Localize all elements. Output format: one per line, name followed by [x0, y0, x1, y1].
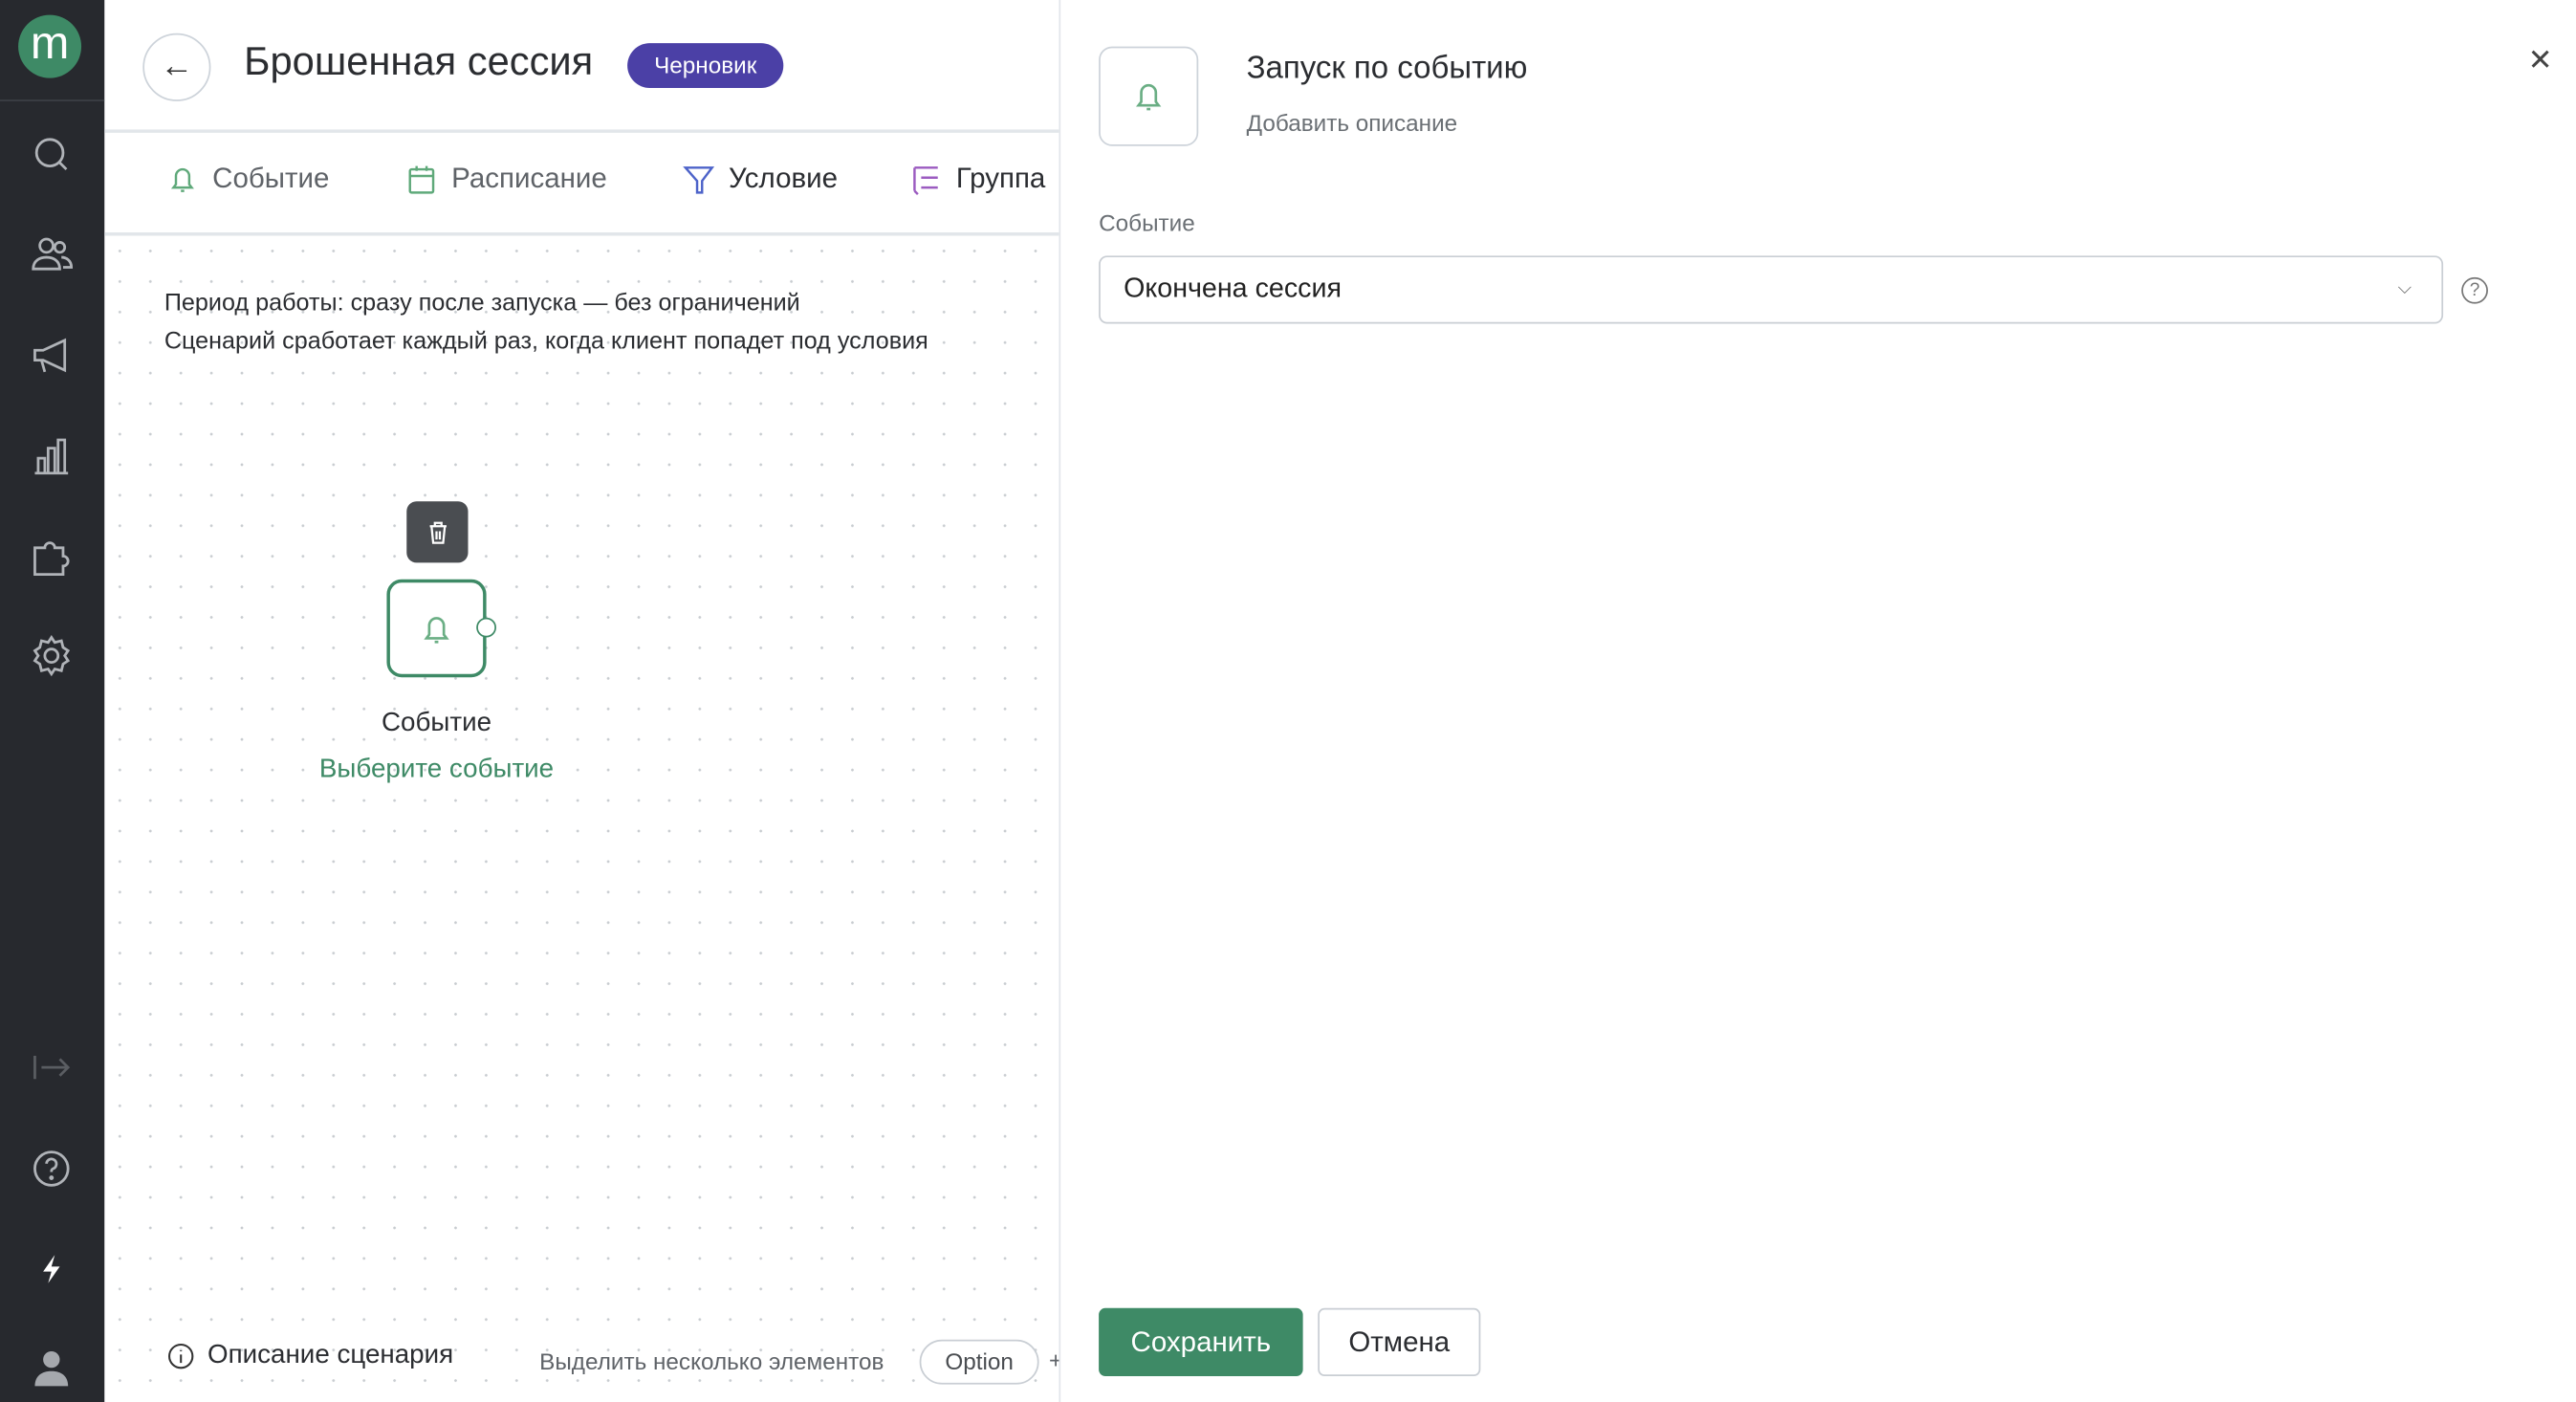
multi-select-hint: Выделить несколько элементов [539, 1347, 884, 1375]
info-trigger: Сценарий сработает каждый раз, когда кли… [164, 328, 928, 356]
bell-icon [1135, 83, 1162, 111]
gear-icon[interactable] [29, 632, 76, 679]
search-icon[interactable] [29, 131, 76, 178]
delete-node-button[interactable] [406, 501, 469, 563]
expand-icon[interactable] [29, 1044, 76, 1091]
choose-event-link[interactable]: Выберите событие [271, 756, 602, 785]
calendar-icon [408, 165, 435, 194]
event-node[interactable] [386, 579, 487, 678]
event-select[interactable]: Окончена сессия ⌵ [1099, 255, 2444, 324]
user-icon[interactable] [29, 1345, 76, 1391]
cancel-button[interactable]: Отмена [1318, 1307, 1481, 1376]
sidebar: m [0, 0, 105, 1402]
tab-label: Событие [212, 163, 330, 195]
help-icon[interactable] [29, 1146, 76, 1193]
info-icon [168, 1343, 194, 1369]
close-icon[interactable]: ✕ [2528, 43, 2553, 77]
divider [0, 99, 105, 101]
scenario-editor: ← Брошенная сессия Черновик Событие Расп… [104, 0, 1062, 1402]
divider [104, 129, 1059, 133]
event-field-label: Событие [1099, 208, 1195, 236]
panel-icon-box [1099, 46, 1199, 146]
tab-label: Расписание [451, 163, 607, 195]
page-title: Брошенная сессия [244, 39, 594, 85]
option-key-badge: Option [919, 1339, 1039, 1385]
bell-icon [170, 167, 194, 192]
tab-label: Группа [955, 163, 1046, 195]
tab-schedule[interactable]: Расписание [405, 163, 607, 196]
group-icon [913, 166, 938, 195]
megaphone-icon[interactable] [29, 332, 76, 379]
users-icon[interactable] [29, 230, 76, 277]
node-output-port[interactable] [476, 617, 497, 638]
chevron-down-icon: ⌵ [2397, 278, 2412, 299]
filter-icon [683, 166, 715, 194]
event-select-value: Окончена сессия [1124, 274, 1342, 304]
workflow-canvas[interactable] [104, 235, 1059, 1402]
panel-title[interactable]: Запуск по событию [1247, 52, 1528, 88]
status-badge: Черновик [627, 43, 784, 88]
node-title: Событие [381, 709, 492, 737]
event-settings-panel: Запуск по событию Добавить описание ✕ Со… [1059, 0, 2576, 1402]
add-description-link[interactable]: Добавить описание [1247, 110, 1458, 137]
description-label: Описание сценария [207, 1341, 454, 1370]
tab-label: Условие [729, 163, 839, 195]
bell-icon [424, 616, 449, 643]
trash-icon [428, 520, 447, 543]
puzzle-icon[interactable] [29, 533, 76, 580]
info-period: Период работы: сразу после запуска — без… [164, 290, 800, 318]
bolt-icon[interactable] [29, 1245, 76, 1292]
logo[interactable]: m [18, 14, 82, 78]
scenario-description-button[interactable]: Описание сценария [167, 1342, 453, 1371]
tab-condition[interactable]: Условие [682, 163, 838, 196]
help-icon[interactable]: ? [2461, 276, 2488, 304]
back-button[interactable]: ← [142, 33, 211, 101]
tab-group[interactable]: Группа [909, 163, 1045, 196]
chart-icon[interactable] [29, 433, 76, 480]
save-button[interactable]: Сохранить [1099, 1307, 1303, 1376]
tab-event[interactable]: Событие [166, 163, 330, 196]
